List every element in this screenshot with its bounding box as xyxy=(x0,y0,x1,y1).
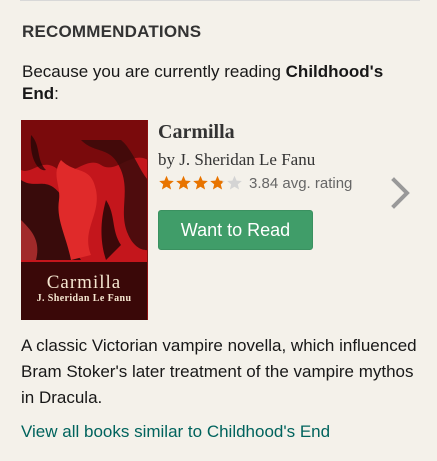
recommendation-reason: Because you are currently reading Childh… xyxy=(22,61,417,105)
star-icon xyxy=(210,175,225,190)
cover-title: Carmilla xyxy=(46,272,122,293)
top-divider xyxy=(20,0,420,1)
star-icon xyxy=(227,175,242,190)
book-cover[interactable]: Carmilla J. Sheridan Le Fanu xyxy=(21,120,148,320)
star-icon xyxy=(159,175,174,190)
book-title[interactable]: Carmilla xyxy=(158,121,235,144)
star-rating xyxy=(158,175,243,191)
star-icon xyxy=(176,175,191,190)
similar-books-link[interactable]: View all books similar to Childhood's En… xyxy=(21,422,330,442)
book-author: by J. Sheridan Le Fanu xyxy=(158,150,316,169)
reading-prefix: Because you are currently reading xyxy=(22,62,286,81)
cover-author: J. Sheridan Le Fanu xyxy=(36,293,132,304)
chevron-right-icon[interactable] xyxy=(388,176,414,210)
book-description: A classic Victorian vampire novella, whi… xyxy=(21,336,417,407)
want-to-read-button[interactable]: Want to Read xyxy=(158,210,313,250)
section-title: RECOMMENDATIONS xyxy=(22,22,202,41)
reading-suffix: : xyxy=(54,84,59,103)
average-rating: 3.84 avg. rating xyxy=(249,174,353,192)
star-icon xyxy=(193,175,208,190)
rating-row: 3.84 avg. rating xyxy=(158,173,352,193)
